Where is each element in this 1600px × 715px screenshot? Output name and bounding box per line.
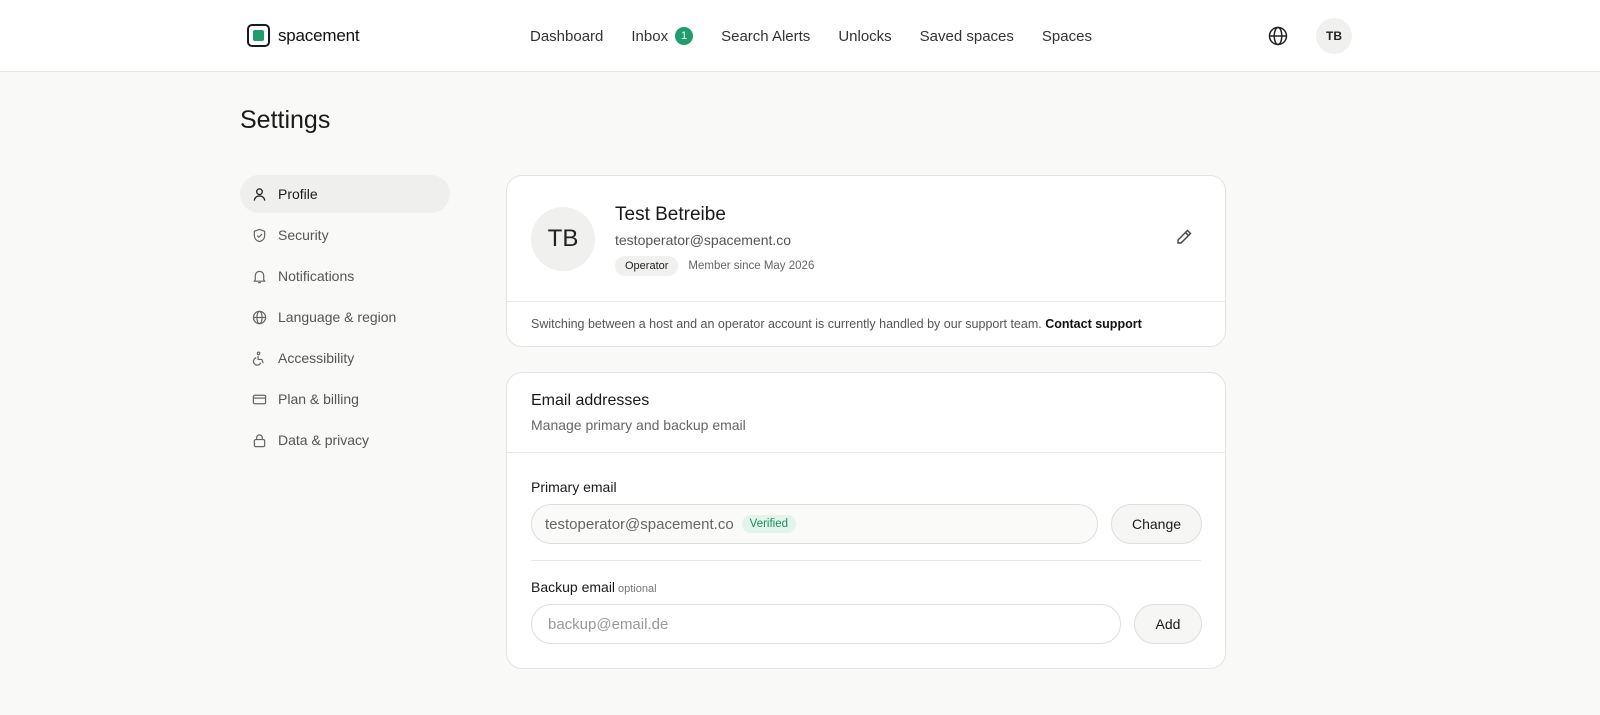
nav-label: Dashboard <box>530 27 604 45</box>
sidebar-item-label: Security <box>278 227 329 243</box>
unread-count-badge: 1 <box>675 27 694 45</box>
email-section-header: Email addresses Manage primary and backu… <box>507 373 1225 453</box>
user-avatar[interactable]: TB <box>1316 18 1352 54</box>
sidebar-item-label: Plan & billing <box>278 391 359 407</box>
sidebar-item-accessibility[interactable]: Accessibility <box>240 339 450 377</box>
backup-email-label-text: Backup email <box>531 579 616 595</box>
profile-summary: TB Test Betreibe testoperator@spacement.… <box>507 176 1225 302</box>
profile-meta: Operator Member since May 2026 <box>615 256 814 276</box>
nav-item-unlocks[interactable]: Unlocks <box>838 28 891 45</box>
primary-email-label: Primary email <box>531 479 617 495</box>
nav-item-saved-spaces[interactable]: Saved spaces <box>920 28 1014 45</box>
primary-email-field: testoperator@spacement.co Verified <box>531 504 1098 544</box>
contact-support-link[interactable]: Contact support <box>1045 317 1142 331</box>
language-globe-icon[interactable] <box>1266 24 1290 48</box>
nav-label: Search Alerts <box>721 27 811 45</box>
section-title: Email addresses <box>531 392 650 409</box>
sidebar-item-label: Notifications <box>278 268 355 284</box>
credit-card-icon <box>252 394 267 404</box>
optional-hint: optional <box>618 583 657 595</box>
divider <box>531 560 1201 561</box>
backup-email-placeholder: backup@email.de <box>548 615 669 633</box>
account-switch-notice: Switching between a host and an operator… <box>531 317 1142 331</box>
verified-badge: Verified <box>741 515 797 533</box>
sidebar-item-label: Accessibility <box>278 350 355 366</box>
nav-item-search-alerts[interactable]: Search Alerts <box>721 28 810 45</box>
nav-label: Inbox <box>631 27 669 45</box>
profile-email: testoperator@spacement.co <box>615 232 792 248</box>
edit-profile-pencil-icon[interactable] <box>1175 228 1193 246</box>
accessibility-icon <box>252 351 264 366</box>
nav-label: Saved spaces <box>919 27 1014 45</box>
role-badge: Operator <box>615 256 679 276</box>
shield-icon <box>253 228 266 242</box>
nav-item-inbox[interactable]: Inbox 1 <box>631 27 694 45</box>
profile-name: Test Betreibe <box>615 204 726 225</box>
globe-icon <box>252 310 267 324</box>
sidebar-item-label: Data & privacy <box>278 432 370 448</box>
main-nav: Dashboard Inbox 1 Search Alerts Unlocks S… <box>530 0 1092 72</box>
primary-email-value: testoperator@spacement.co <box>545 515 734 533</box>
section-subtitle: Manage primary and backup email <box>531 417 746 433</box>
bell-icon <box>253 270 266 283</box>
member-since: Member since May 2026 <box>688 260 815 272</box>
logo[interactable]: spacement <box>247 24 360 47</box>
sidebar-item-notifications[interactable]: Notifications <box>240 257 450 295</box>
logo-text: spacement <box>278 25 360 45</box>
sidebar-item-data-privacy[interactable]: Data & privacy <box>240 421 450 459</box>
sidebar-item-label: Profile <box>278 186 318 202</box>
backup-email-input[interactable]: backup@email.de <box>531 604 1121 644</box>
nav-item-spaces[interactable]: Spaces <box>1042 28 1092 45</box>
profile-card: TB Test Betreibe testoperator@spacement.… <box>506 175 1226 347</box>
nav-item-dashboard[interactable]: Dashboard <box>530 28 603 45</box>
sidebar-item-plan-billing[interactable]: Plan & billing <box>240 380 450 418</box>
settings-sidebar: Profile Security Notifications Language … <box>240 175 450 462</box>
nav-label: Spaces <box>1041 27 1092 45</box>
sidebar-item-security[interactable]: Security <box>240 216 450 254</box>
sidebar-item-language-region[interactable]: Language & region <box>240 298 450 336</box>
backup-email-label: Backup email optional <box>531 579 657 595</box>
logo-mark-icon <box>247 24 270 47</box>
user-icon <box>253 187 266 201</box>
add-backup-email-button[interactable]: Add <box>1134 604 1202 644</box>
sidebar-item-label: Language & region <box>278 309 397 325</box>
email-addresses-card: Email addresses Manage primary and backu… <box>506 372 1226 669</box>
lock-icon <box>253 433 266 447</box>
notice-text: Switching between a host and an operator… <box>531 317 1042 331</box>
top-navigation-bar: spacement Dashboard Inbox 1 Search Alerts… <box>0 0 1600 72</box>
sidebar-item-profile[interactable]: Profile <box>240 175 450 213</box>
change-email-button[interactable]: Change <box>1111 504 1202 544</box>
nav-label: Unlocks <box>838 27 892 45</box>
page-title: Settings <box>240 106 331 134</box>
profile-avatar: TB <box>531 207 595 271</box>
